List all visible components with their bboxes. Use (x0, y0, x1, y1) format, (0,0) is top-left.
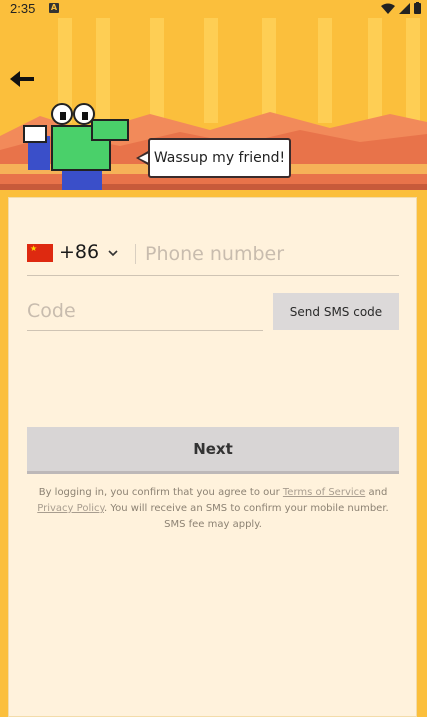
crocodile-mascot (23, 103, 129, 190)
terms-of-service-link[interactable]: Terms of Service (283, 487, 365, 498)
phone-number-row: ★ +86 (27, 238, 399, 276)
hero-banner: Wassup my friend! (0, 18, 427, 190)
back-arrow-icon[interactable] (8, 68, 36, 90)
country-code[interactable]: +86 (59, 241, 99, 263)
phone-number-input[interactable] (145, 238, 395, 270)
cellular-icon (399, 2, 410, 14)
china-flag-icon[interactable]: ★ (27, 244, 53, 262)
privacy-policy-link[interactable]: Privacy Policy (37, 503, 104, 514)
legal-notice: By logging in, you confirm that you agre… (37, 487, 389, 530)
divider (135, 244, 136, 264)
sms-code-input[interactable] (27, 295, 257, 327)
speech-bubble: Wassup my friend! (148, 138, 291, 178)
wifi-icon (381, 3, 395, 14)
status-bar: 2:35 A (0, 0, 427, 18)
status-icons (381, 2, 421, 14)
chevron-down-icon[interactable] (108, 248, 118, 258)
battery-icon (414, 2, 421, 14)
next-button[interactable]: Next (27, 427, 399, 471)
status-time: 2:35 (10, 1, 36, 16)
send-sms-code-button[interactable]: Send SMS code (273, 293, 399, 330)
notification-app-icon: A (49, 3, 59, 13)
code-row (27, 293, 263, 331)
login-card: ★ +86 Send SMS code Next By logging in, … (8, 197, 417, 717)
